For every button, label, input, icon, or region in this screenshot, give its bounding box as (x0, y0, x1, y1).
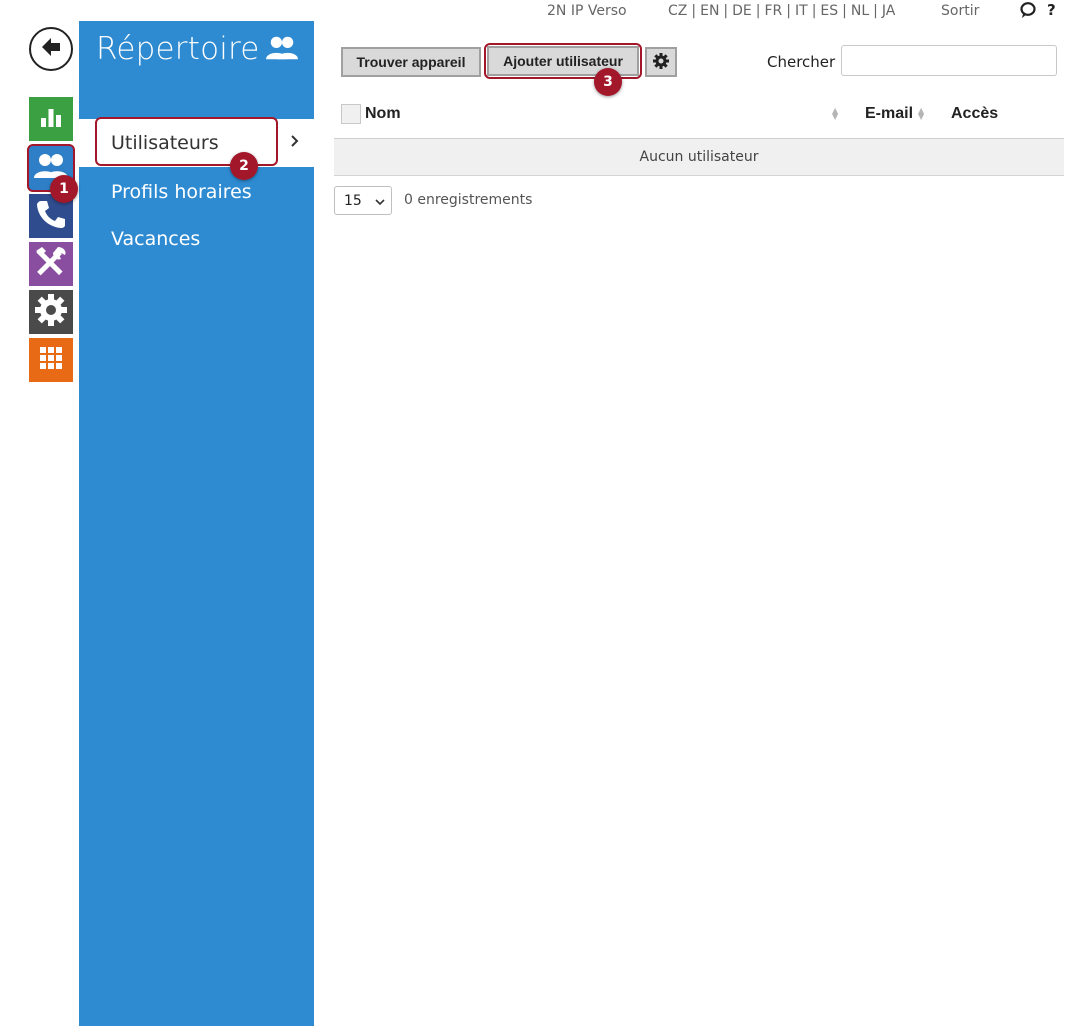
column-header-access: Accès (951, 105, 999, 122)
page-size-select[interactable]: 15 (334, 186, 392, 215)
sidebar-item-time-profiles[interactable]: Profils horaires (79, 168, 314, 216)
page-title: Répertoire (96, 31, 260, 67)
tools-icon (32, 243, 70, 285)
search-input[interactable] (841, 45, 1057, 76)
step-badge-2: 2 (230, 152, 258, 180)
empty-table-row: Aucun utilisateur (334, 139, 1064, 176)
find-device-button[interactable]: Trouver appareil (341, 47, 481, 77)
search-label: Chercher (767, 53, 836, 71)
sort-icon[interactable]: ▲ ▼ (832, 107, 838, 121)
sidebar-item-label: Utilisateurs (111, 132, 219, 154)
users-icon (263, 33, 301, 67)
lang-ja[interactable]: JA (882, 3, 895, 19)
page-size-value: 15 (344, 192, 362, 209)
help-link[interactable]: ? (1047, 1, 1056, 19)
sidebar-item-users[interactable]: Utilisateurs (79, 119, 314, 167)
step-badge-1: 1 (50, 175, 78, 203)
sidebar-item-holidays[interactable]: Vacances (79, 215, 314, 263)
bar-chart-icon (37, 103, 65, 135)
step-badge-3: 3 (594, 68, 622, 96)
sidebar-item-label: Vacances (111, 228, 201, 250)
lang-en[interactable]: EN (700, 3, 719, 19)
lang-es[interactable]: ES (820, 3, 838, 19)
chat-icon[interactable] (1019, 1, 1037, 19)
lang-de[interactable]: DE (732, 3, 752, 19)
sidebar-item-label: Profils horaires (111, 181, 252, 203)
column-header-name[interactable]: Nom (365, 105, 401, 123)
nav-statistics[interactable] (29, 97, 73, 141)
nav-hardware[interactable] (29, 242, 73, 286)
language-switcher: CZ | EN | DE | FR | IT | ES | NL | JA (668, 3, 896, 19)
grid-icon (37, 344, 65, 376)
gear-icon (33, 292, 69, 332)
record-count: 0 enregistrements (404, 192, 533, 208)
column-header-email[interactable]: E-mail (865, 105, 913, 123)
lang-cz[interactable]: CZ (668, 3, 687, 19)
table-settings-button[interactable] (645, 47, 677, 77)
gear-icon (652, 52, 670, 73)
lang-fr[interactable]: FR (765, 3, 783, 19)
nav-system[interactable] (29, 338, 73, 382)
chevron-right-icon (290, 132, 300, 153)
sort-icon[interactable]: ▲ ▼ (918, 107, 924, 121)
lang-nl[interactable]: NL (851, 3, 869, 19)
sidebar: Répertoire Utilisateurs Profils horaires… (79, 21, 314, 1026)
nav-services[interactable] (29, 290, 73, 334)
select-all-checkbox[interactable] (341, 104, 361, 124)
lang-it[interactable]: IT (795, 3, 808, 19)
back-arrow-icon (38, 34, 64, 64)
back-button[interactable] (29, 27, 73, 71)
logout-link[interactable]: Sortir (941, 3, 979, 19)
chevron-down-icon (375, 195, 385, 211)
device-name: 2N IP Verso (547, 3, 627, 19)
